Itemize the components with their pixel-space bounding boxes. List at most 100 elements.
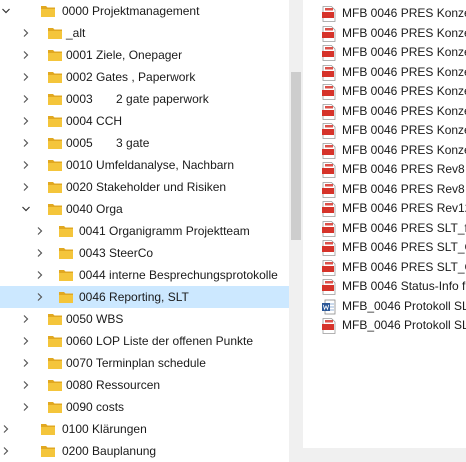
tree-item-label: 0040 Orga [66,202,123,216]
tree-item-label: 0005 3 gate [66,136,150,150]
tree-item[interactable]: 0040 Orga [0,198,289,220]
file-item[interactable]: MFB 0046 PRES Konzept [303,43,466,63]
chevron-right-icon[interactable] [20,66,32,88]
pdf-icon [322,64,336,81]
chevron-right-icon[interactable] [20,176,32,198]
chevron-right-icon[interactable] [20,374,32,396]
tree-item[interactable]: 0046 Reporting, SLT [0,286,289,308]
pdf-icon [322,279,336,295]
tree-item-label: 0003 2 gate paperwork [66,92,209,106]
folder-icon [47,26,63,40]
chevron-right-icon[interactable] [34,220,46,242]
file-name: MFB 0046 PRES Konzept [342,25,466,40]
file-item[interactable]: MFB 0046 PRES SLT_Grun [303,238,466,258]
folder-icon [47,48,63,62]
tree-item[interactable]: 0050 WBS [0,308,289,330]
file-name: MFB 0046 PRES Konzept [342,103,466,118]
tree-item-label: 0041 Organigramm Projektteam [79,224,250,238]
tree-item-label: 0001 Ziele, Onepager [66,48,183,62]
tree-item-label: 0200 Bauplanung [62,444,157,458]
file-item[interactable]: MFB 0046 PRES Rev8 NEW [303,180,466,200]
tree-item-label: 0060 LOP Liste der offenen Punkte [66,334,254,348]
file-item[interactable]: MFB 0046 PRES Konzept [303,24,466,44]
tree-scrollbar-thumb[interactable] [291,72,301,240]
chevron-right-icon[interactable] [20,352,32,374]
file-item[interactable]: MFB 0046 PRES SLT_Grun [303,258,466,278]
chevron-right-icon[interactable] [20,330,32,352]
tree-item[interactable]: 0044 interne Besprechungsprotokolle [0,264,289,286]
file-item[interactable]: MFB 0046 PRES Konzept [303,82,466,102]
tree-item[interactable]: 0200 Bauplanung [0,440,289,462]
tree-item[interactable]: 0090 costs [0,396,289,418]
tree-item-label: 0020 Stakeholder und Risiken [66,180,227,194]
pdf-icon [322,84,336,100]
tree-item[interactable]: 0005 3 gate [0,132,289,154]
file-name: MFB 0046 PRES Konzept [342,45,466,59]
file-item[interactable]: MFB_0046 Protokoll SLT-l [303,297,466,317]
file-name: MFB 0046 PRES Konzept [342,64,466,79]
file-item[interactable]: MFB 0046 PRES Konzept [303,141,466,161]
chevron-down-icon[interactable] [0,0,12,22]
chevron-right-icon[interactable] [34,242,46,264]
pdf-icon [322,45,336,61]
folder-icon [47,136,63,150]
file-item[interactable]: MFB 0046 PRES Rev12 Gr [303,199,466,219]
file-item[interactable]: MFB 0046 PRES Konzept [303,102,466,122]
chevron-right-icon[interactable] [34,286,46,308]
file-item[interactable]: MFB 0046 PRES Rev8 NEW [303,160,466,180]
pdf-icon [322,142,336,159]
tree-item[interactable]: 0060 LOP Liste der offenen Punkte [0,330,289,352]
chevron-right-icon[interactable] [20,308,32,330]
tree-item[interactable]: 0080 Ressourcen [0,374,289,396]
pdf-icon [322,220,336,237]
chevron-right-icon[interactable] [20,110,32,132]
tree-item[interactable]: 0043 SteerCo [0,242,289,264]
tree-item[interactable]: 0004 CCH [0,110,289,132]
file-item[interactable]: MFB 0046 PRES Konzept [303,63,466,83]
chevron-right-icon[interactable] [20,22,32,44]
folder-icon [58,268,74,282]
tree-item[interactable]: 0070 Terminplan schedule [0,352,289,374]
pdf-icon [322,103,336,120]
file-list-horizontal-scrollbar[interactable] [303,448,466,462]
chevron-right-icon[interactable] [34,264,46,286]
file-item[interactable]: MFB 0046 PRES Konzept [303,121,466,141]
tree-item[interactable]: 0010 Umfeldanalyse, Nachbarn [0,154,289,176]
chevron-right-icon[interactable] [0,440,12,462]
file-item[interactable]: MFB_0046 Protokoll SLT-l [303,316,466,336]
folder-icon [47,202,63,216]
tree-item[interactable]: _alt [0,22,289,44]
tree-scrollbar[interactable] [289,0,303,462]
file-item[interactable]: MFB 0046 PRES Konzept [303,4,466,24]
chevron-right-icon[interactable] [20,88,32,110]
tree-item[interactable]: 0003 2 gate paperwork [0,88,289,110]
folder-icon [47,92,63,106]
tree-item-label: _alt [66,26,86,40]
file-item[interactable]: MFB 0046 PRES SLT_finale [303,219,466,239]
file-name: MFB_0046 Protokoll SLT-l [342,298,466,313]
file-list: MFB 0046 PRES Konzept MFB 0046 PRES Konze… [303,0,466,462]
pdf-icon [322,162,336,178]
folder-icon [40,422,56,436]
chevron-right-icon[interactable] [20,396,32,418]
pdf-icon [322,240,336,256]
tree-item[interactable]: 0041 Organigramm Projektteam [0,220,289,242]
file-name: MFB 0046 PRES Rev12 Gr [342,201,466,215]
pdf-icon [322,201,336,217]
file-item[interactable]: MFB 0046 Status-Info für [303,277,466,297]
tree-item[interactable]: 0000 Projektmanagement [0,0,289,22]
chevron-right-icon[interactable] [20,132,32,154]
chevron-right-icon[interactable] [20,154,32,176]
chevron-right-icon[interactable] [20,44,32,66]
chevron-down-icon[interactable] [20,198,32,220]
tree-item[interactable]: 0002 Gates , Paperwork [0,66,289,88]
pdf-icon [322,123,336,139]
chevron-right-icon[interactable] [0,418,12,440]
tree-item-label: 0002 Gates , Paperwork [66,70,196,84]
folder-icon [47,70,63,84]
file-name: MFB 0046 PRES SLT_Grun [342,259,466,274]
tree-item[interactable]: 0001 Ziele, Onepager [0,44,289,66]
tree-item[interactable]: 0020 Stakeholder und Risiken [0,176,289,198]
tree-item[interactable]: 0100 Klärungen [0,418,289,440]
file-name: MFB 0046 PRES Konzept [342,142,466,157]
